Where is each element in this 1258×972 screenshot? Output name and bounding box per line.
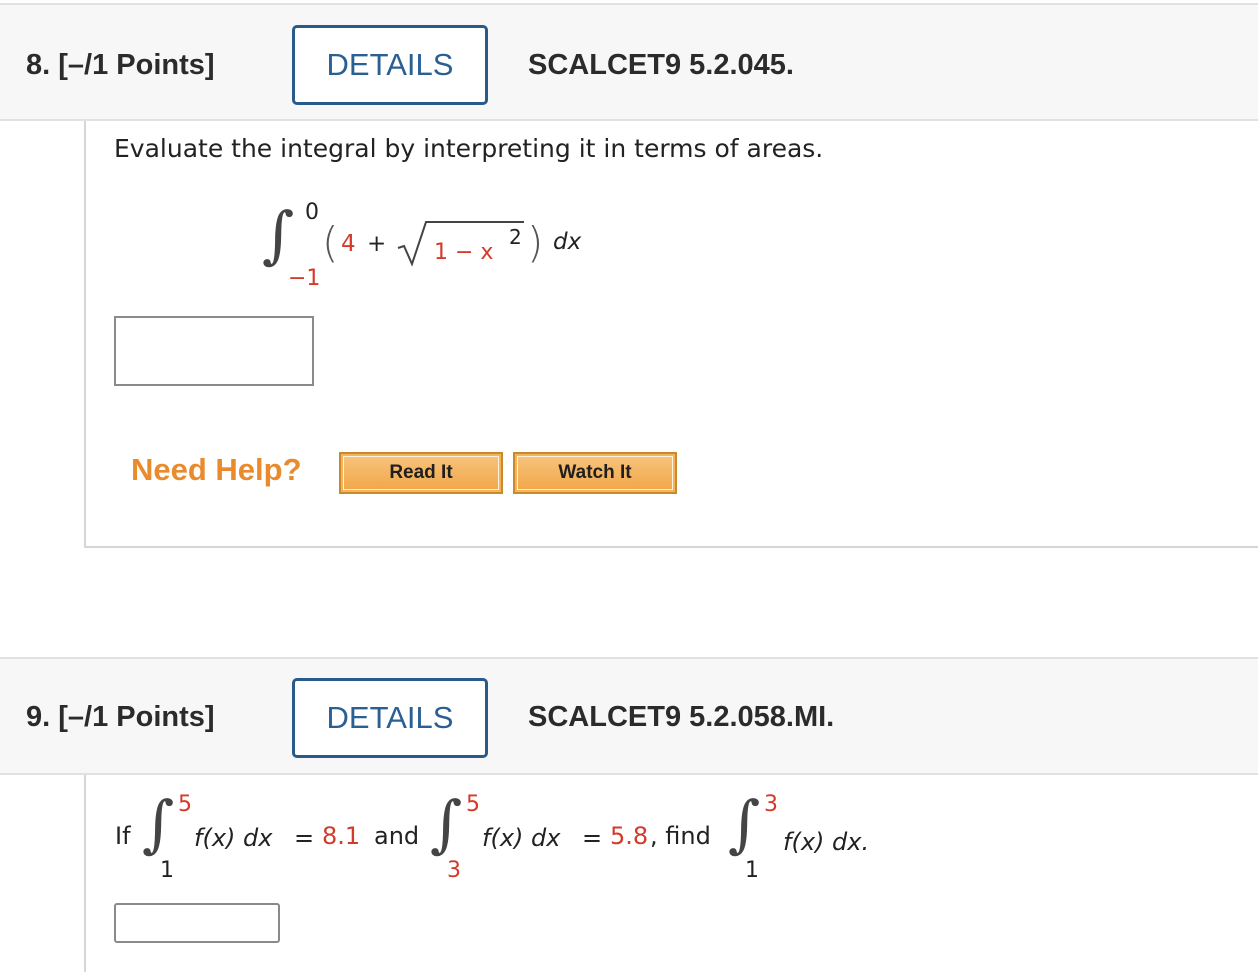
dx: dx — [553, 229, 582, 255]
integral-1-lower: 1 — [160, 858, 174, 883]
find-text: , find — [650, 822, 711, 850]
question-9-details-button[interactable]: DETAILS — [292, 678, 488, 758]
question-9-answer-input[interactable] — [114, 903, 280, 943]
integral-sign-1: ∫ — [142, 787, 175, 860]
read-it-label: Read It — [343, 456, 499, 490]
question-9-code: SCALCET9 5.2.058.MI. — [528, 701, 835, 733]
integral-2-integrand: f(x) dx — [482, 824, 561, 852]
if-text: If — [115, 822, 131, 850]
equals-2: = — [582, 824, 603, 852]
integral-3-lower: 1 — [745, 858, 759, 883]
question-8-header: 8. [–/1 Points] DETAILS SCALCET9 5.2.045… — [0, 3, 1258, 121]
need-help-label: Need Help? — [131, 452, 302, 487]
integral-sign-2: ∫ — [430, 787, 463, 860]
term-4: 4 — [341, 231, 356, 257]
question-8-prompt: Evaluate the integral by interpreting it… — [114, 134, 824, 163]
question-9-header: 9. [–/1 Points] DETAILS SCALCET9 5.2.058… — [0, 657, 1258, 775]
plus-sign: + — [367, 231, 387, 257]
integral-1-upper: 5 — [178, 792, 192, 817]
question-8-details-button[interactable]: DETAILS — [292, 25, 488, 105]
equals-1: = — [294, 824, 315, 852]
radicand: 1 − x — [434, 240, 493, 265]
integral-2-upper: 5 — [466, 792, 480, 817]
watch-it-button[interactable]: Watch It — [513, 452, 677, 494]
value-2: 5.8 — [610, 822, 649, 850]
integral-1-integrand: f(x) dx — [194, 824, 273, 852]
integral-3-integrand: f(x) dx. — [783, 828, 870, 856]
radicand-text: 1 − x — [434, 240, 494, 265]
integral-sign-3: ∫ — [728, 787, 761, 860]
open-paren: ( — [322, 218, 339, 267]
and-text: and — [374, 822, 420, 850]
integral-upper-limit: 0 — [305, 200, 319, 225]
integral-2-lower: 3 — [447, 858, 461, 883]
integral-lower-limit: −1 — [288, 266, 321, 291]
exponent: 2 — [509, 225, 522, 249]
question-8-number: 8. [–/1 Points] — [26, 49, 215, 81]
read-it-button[interactable]: Read It — [339, 452, 503, 494]
close-paren: ) — [527, 218, 544, 267]
question-8-code: SCALCET9 5.2.045. — [528, 49, 794, 81]
watch-it-label: Watch It — [517, 456, 673, 490]
integral-sign: ∫ — [262, 198, 295, 271]
integral-3-upper: 3 — [764, 792, 778, 817]
question-8-answer-input[interactable] — [114, 316, 314, 386]
question-9-number: 9. [–/1 Points] — [26, 701, 215, 733]
value-1: 8.1 — [322, 822, 361, 850]
